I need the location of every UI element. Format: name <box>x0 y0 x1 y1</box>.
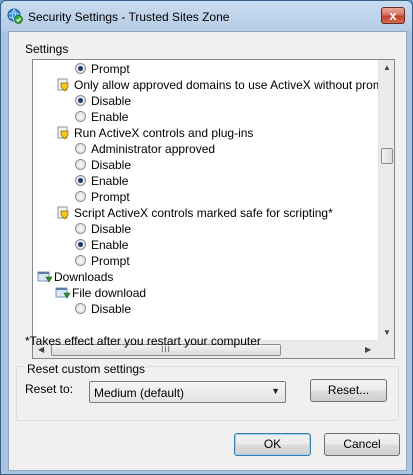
setting-category: Downloads <box>33 269 378 285</box>
setting-heading: Script ActiveX controls marked safe for … <box>33 205 378 221</box>
radio-option[interactable]: Disable <box>33 157 378 173</box>
scrollbar-corner <box>378 340 394 358</box>
radio-option[interactable]: Prompt <box>33 189 378 205</box>
radio-unchecked-icon[interactable] <box>75 223 86 234</box>
setting-row-label: Run ActiveX controls and plug-ins <box>74 126 254 140</box>
radio-unchecked-icon[interactable] <box>75 159 86 170</box>
setting-heading: Only allow approved domains to use Activ… <box>33 77 378 93</box>
radio-checked-icon[interactable] <box>75 239 86 250</box>
close-button[interactable]: x <box>381 7 405 24</box>
radio-option[interactable]: Disable <box>33 93 378 109</box>
radio-unchecked-icon[interactable] <box>75 303 86 314</box>
radio-option[interactable]: Disable <box>33 221 378 237</box>
setting-row-label: Prompt <box>91 190 130 204</box>
radio-unchecked-icon[interactable] <box>75 111 86 122</box>
setting-row-label: Prompt <box>91 254 130 268</box>
setting-row-label: Only allow approved domains to use Activ… <box>74 78 378 92</box>
chevron-down-icon: ▼ <box>271 386 280 396</box>
radio-checked-icon[interactable] <box>75 95 86 106</box>
setting-row-label: Disable <box>91 302 132 316</box>
radio-unchecked-icon[interactable] <box>75 255 86 266</box>
radio-checked-icon[interactable] <box>75 63 86 74</box>
radio-option[interactable]: Disable <box>33 301 378 317</box>
radio-option[interactable]: Enable <box>33 109 378 125</box>
ok-button[interactable]: OK <box>234 433 311 456</box>
setting-row-label: Downloads <box>54 270 114 284</box>
radio-unchecked-icon[interactable] <box>75 191 86 202</box>
window-title: Security Settings - Trusted Sites Zone <box>28 10 230 24</box>
shield-warning-icon <box>57 126 69 140</box>
shield-warning-icon <box>57 206 69 220</box>
reset-level-value: Medium (default) <box>94 386 185 400</box>
setting-row-label: Prompt <box>91 62 130 76</box>
setting-row-label: Administrator approved <box>91 142 216 156</box>
setting-subcategory: File download <box>33 285 378 301</box>
reset-to-label: Reset to: <box>25 382 74 396</box>
download-icon <box>37 271 53 283</box>
radio-option[interactable]: Administrator approved <box>33 141 378 157</box>
radio-unchecked-icon[interactable] <box>75 143 86 154</box>
vertical-scrollbar[interactable]: ▲ ▼ <box>378 60 394 340</box>
setting-row-label: Disable <box>91 158 132 172</box>
restart-note: *Takes effect after you restart your com… <box>25 334 261 348</box>
reset-level-dropdown[interactable]: Medium (default) ▼ <box>89 381 286 403</box>
scroll-down-icon[interactable]: ▼ <box>383 328 391 337</box>
scroll-right-icon[interactable]: ▶ <box>365 345 371 354</box>
close-icon: x <box>389 8 397 23</box>
setting-row-label: Enable <box>91 238 129 252</box>
cancel-button[interactable]: Cancel <box>324 433 400 456</box>
setting-row-label: Disable <box>91 222 132 236</box>
settings-list-content: Prompt Only allow approved domains to use… <box>33 60 378 340</box>
radio-option[interactable]: Prompt <box>33 253 378 269</box>
setting-row-label: Enable <box>91 110 129 124</box>
scroll-up-icon[interactable]: ▲ <box>383 63 391 72</box>
vertical-scroll-thumb[interactable] <box>381 148 393 164</box>
setting-row-label: File download <box>72 286 147 300</box>
setting-row-label: Enable <box>91 174 129 188</box>
settings-list[interactable]: Prompt Only allow approved domains to use… <box>32 59 395 359</box>
security-settings-dialog: Security Settings - Trusted Sites Zone x… <box>0 0 413 475</box>
download-icon <box>55 287 71 299</box>
globe-check-icon <box>7 8 23 24</box>
radio-checked-icon[interactable] <box>75 175 86 186</box>
reset-button[interactable]: Reset... <box>310 379 387 402</box>
radio-option[interactable]: Prompt <box>33 61 378 77</box>
dialog-client-area: Settings Prompt Only allow approved domai… <box>8 31 407 471</box>
title-bar[interactable]: Security Settings - Trusted Sites Zone x <box>1 1 412 31</box>
radio-option[interactable]: Enable <box>33 237 378 253</box>
shield-warning-icon <box>57 78 69 92</box>
setting-row-label: Script ActiveX controls marked safe for … <box>74 206 333 220</box>
settings-label: Settings <box>25 42 69 56</box>
reset-group-label: Reset custom settings <box>25 362 148 376</box>
setting-row-label: Disable <box>91 94 132 108</box>
radio-option[interactable]: Enable <box>33 173 378 189</box>
setting-heading: Run ActiveX controls and plug-ins <box>33 125 378 141</box>
